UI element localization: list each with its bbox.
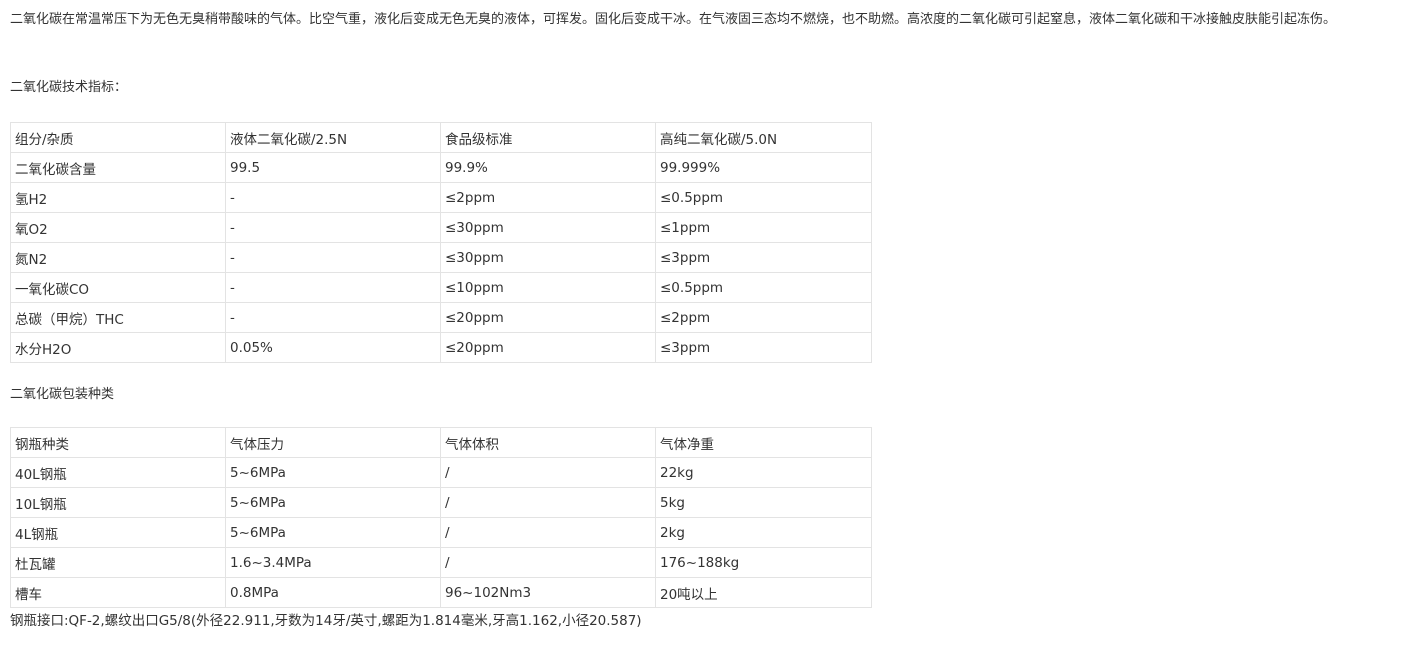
table-cell: 总碳（甲烷）THC [10, 302, 226, 333]
table-cell: 99.999% [655, 152, 872, 183]
table-header-cell: 组分/杂质 [10, 122, 226, 153]
table-header-row: 组分/杂质 液体二氧化碳/2.5N 食品级标准 高纯二氧化碳/5.0N [10, 122, 872, 153]
table-header-cell: 食品级标准 [440, 122, 656, 153]
table-cell: 22kg [655, 457, 872, 488]
table-cell: 99.5 [225, 152, 441, 183]
cylinder-connector-note: 钢瓶接口:QF-2,螺纹出口G5/8(外径22.911,牙数为14牙/英寸,螺距… [10, 613, 642, 629]
table-cell: 4L钢瓶 [10, 517, 226, 548]
table-cell: ≤1ppm [655, 212, 872, 243]
table-cell: 5~6MPa [225, 457, 441, 488]
table-row: 氢H2 - ≤2ppm ≤0.5ppm [10, 182, 872, 213]
table-cell: 0.05% [225, 332, 441, 363]
spec-table: 组分/杂质 液体二氧化碳/2.5N 食品级标准 高纯二氧化碳/5.0N 二氧化碳… [10, 122, 872, 363]
table-row: 总碳（甲烷）THC - ≤20ppm ≤2ppm [10, 302, 872, 333]
table-cell: - [225, 212, 441, 243]
table-cell: ≤10ppm [440, 272, 656, 303]
table-cell: ≤2ppm [440, 182, 656, 213]
table-cell: ≤0.5ppm [655, 272, 872, 303]
table-row: 槽车 0.8MPa 96~102Nm3 20吨以上 [10, 577, 872, 608]
package-heading: 二氧化碳包装种类 [10, 387, 115, 402]
table-cell: 氢H2 [10, 182, 226, 213]
table-cell: 96~102Nm3 [440, 577, 656, 608]
package-table: 钢瓶种类 气体压力 气体体积 气体净重 40L钢瓶 5~6MPa / 22kg … [10, 427, 872, 608]
table-header-cell: 钢瓶种类 [10, 427, 226, 458]
table-cell: 20吨以上 [655, 577, 872, 608]
table-cell: 氮N2 [10, 242, 226, 273]
table-cell: 5~6MPa [225, 487, 441, 518]
table-cell: 水分H2O [10, 332, 226, 363]
table-row: 杜瓦罐 1.6~3.4MPa / 176~188kg [10, 547, 872, 578]
table-cell: ≤0.5ppm [655, 182, 872, 213]
table-cell: 一氧化碳CO [10, 272, 226, 303]
table-cell: ≤2ppm [655, 302, 872, 333]
table-cell: 99.9% [440, 152, 656, 183]
table-cell: ≤30ppm [440, 212, 656, 243]
intro-paragraph: 二氧化碳在常温常压下为无色无臭稍带酸味的气体。比空气重，液化后变成无色无臭的液体… [10, 12, 1337, 27]
table-cell: ≤3ppm [655, 242, 872, 273]
table-row: 10L钢瓶 5~6MPa / 5kg [10, 487, 872, 518]
table-header-cell: 液体二氧化碳/2.5N [225, 122, 441, 153]
table-row: 4L钢瓶 5~6MPa / 2kg [10, 517, 872, 548]
table-header-cell: 气体体积 [440, 427, 656, 458]
table-cell: / [440, 487, 656, 518]
table-cell: / [440, 517, 656, 548]
document-page: 二氧化碳在常温常压下为无色无臭稍带酸味的气体。比空气重，液化后变成无色无臭的液体… [10, 0, 1405, 629]
table-cell: 10L钢瓶 [10, 487, 226, 518]
table-header-cell: 气体压力 [225, 427, 441, 458]
table-cell: 2kg [655, 517, 872, 548]
table-cell: ≤30ppm [440, 242, 656, 273]
table-cell: ≤3ppm [655, 332, 872, 363]
table-cell: ≤20ppm [440, 302, 656, 333]
table-header-row: 钢瓶种类 气体压力 气体体积 气体净重 [10, 427, 872, 458]
table-cell: 杜瓦罐 [10, 547, 226, 578]
table-cell: 5kg [655, 487, 872, 518]
table-cell: - [225, 242, 441, 273]
table-header-cell: 气体净重 [655, 427, 872, 458]
table-cell: 1.6~3.4MPa [225, 547, 441, 578]
table-cell: ≤20ppm [440, 332, 656, 363]
table-cell: - [225, 302, 441, 333]
table-row: 水分H2O 0.05% ≤20ppm ≤3ppm [10, 332, 872, 363]
table-cell: 5~6MPa [225, 517, 441, 548]
spec-heading: 二氧化碳技术指标： [10, 80, 128, 95]
table-cell: 40L钢瓶 [10, 457, 226, 488]
table-cell: 0.8MPa [225, 577, 441, 608]
table-row: 二氧化碳含量 99.5 99.9% 99.999% [10, 152, 872, 183]
table-cell: / [440, 547, 656, 578]
table-cell: - [225, 182, 441, 213]
table-header-cell: 高纯二氧化碳/5.0N [655, 122, 872, 153]
table-cell: 槽车 [10, 577, 226, 608]
table-row: 一氧化碳CO - ≤10ppm ≤0.5ppm [10, 272, 872, 303]
table-cell: 二氧化碳含量 [10, 152, 226, 183]
table-cell: - [225, 272, 441, 303]
table-row: 40L钢瓶 5~6MPa / 22kg [10, 457, 872, 488]
table-cell: 176~188kg [655, 547, 872, 578]
table-cell: 氧O2 [10, 212, 226, 243]
table-row: 氮N2 - ≤30ppm ≤3ppm [10, 242, 872, 273]
table-cell: / [440, 457, 656, 488]
table-row: 氧O2 - ≤30ppm ≤1ppm [10, 212, 872, 243]
